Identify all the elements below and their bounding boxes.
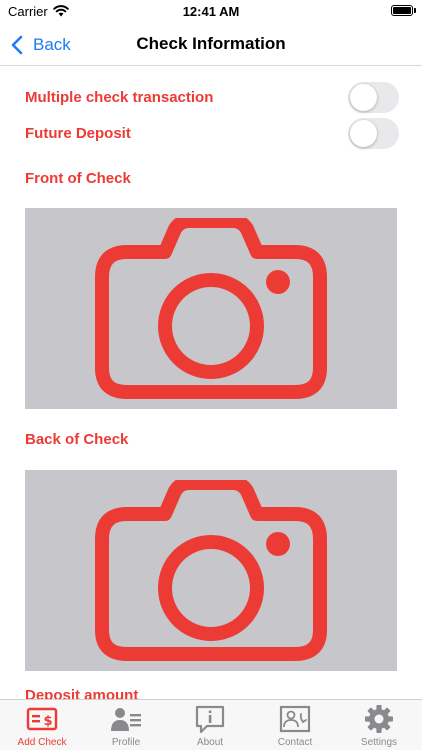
front-check-photo-button[interactable] xyxy=(25,208,397,409)
multiple-check-label: Multiple check transaction xyxy=(25,89,214,106)
back-of-check-label: Back of Check xyxy=(25,431,129,448)
tab-add-check[interactable]: $ Add Check xyxy=(0,700,84,750)
camera-icon xyxy=(95,480,327,661)
tab-settings[interactable]: Settings xyxy=(337,700,421,750)
tab-label: About xyxy=(196,737,224,748)
gear-icon xyxy=(365,705,393,733)
deposit-amount-label: Deposit amount xyxy=(25,687,139,699)
status-bar: Carrier 12:41 AM xyxy=(0,0,422,24)
tab-label: Add Check xyxy=(17,737,67,748)
tab-label: Profile xyxy=(111,737,141,748)
check-dollar-icon: $ xyxy=(26,707,58,731)
profile-card-icon xyxy=(111,708,141,731)
page-title: Check Information xyxy=(136,34,286,53)
tab-label: Contact xyxy=(277,737,313,748)
front-of-check-label: Front of Check xyxy=(25,170,131,187)
camera-icon xyxy=(95,218,327,399)
info-bubble-icon xyxy=(195,705,225,733)
status-time: 12:41 AM xyxy=(182,4,240,19)
toggle-knob xyxy=(350,120,377,147)
svg-text:$: $ xyxy=(43,714,52,729)
tab-label: Settings xyxy=(360,737,398,748)
future-deposit-label: Future Deposit xyxy=(25,125,131,142)
tab-contact[interactable]: Contact xyxy=(253,700,337,750)
toggle-knob xyxy=(350,84,377,111)
battery-cap xyxy=(414,8,416,13)
tab-about[interactable]: About xyxy=(168,700,252,750)
battery-icon xyxy=(391,5,413,16)
future-deposit-toggle[interactable] xyxy=(348,118,399,149)
navigation-bar: Back Check Information xyxy=(0,24,422,66)
multiple-check-toggle[interactable] xyxy=(348,82,399,113)
check-form: Multiple check transaction Future Deposi… xyxy=(0,67,422,699)
contact-card-icon xyxy=(279,705,311,733)
back-check-photo-button[interactable] xyxy=(25,470,397,671)
tab-profile[interactable]: Profile xyxy=(84,700,168,750)
tab-bar: $ Add Check Profile About Contact Settin… xyxy=(0,699,422,750)
